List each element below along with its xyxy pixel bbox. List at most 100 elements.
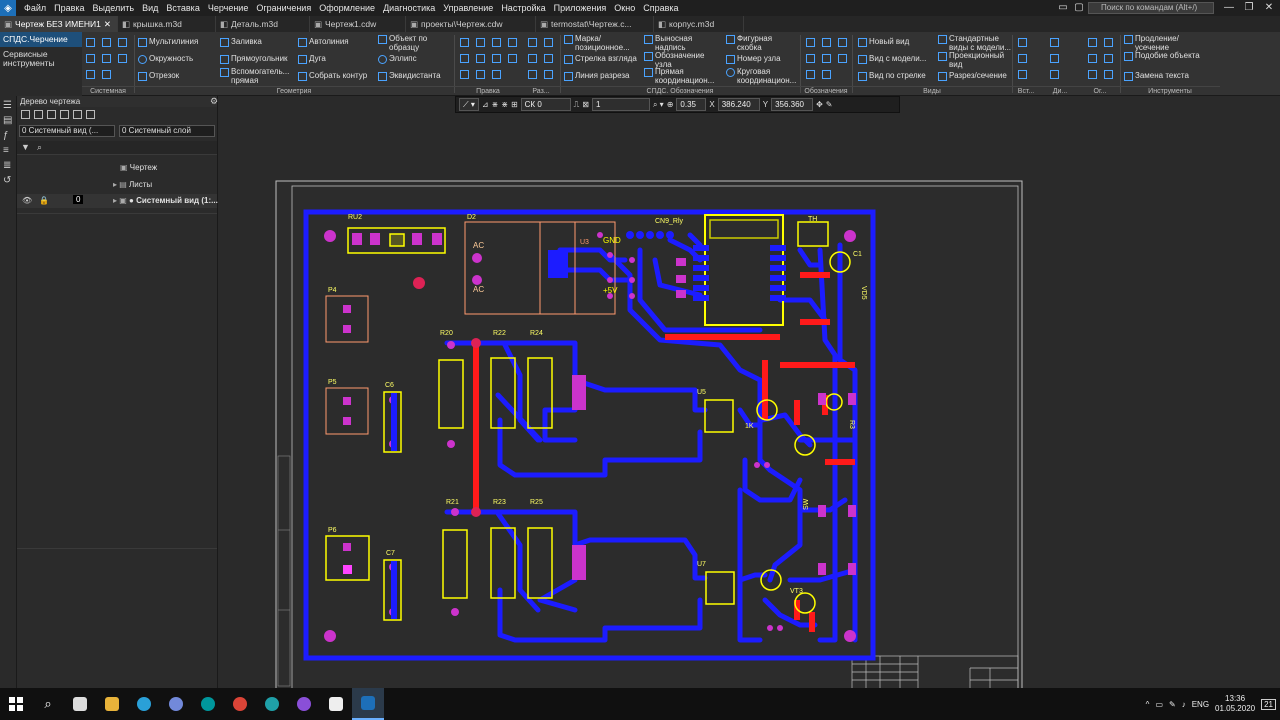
mail-icon[interactable] bbox=[64, 688, 96, 720]
line-style-select[interactable]: 1 bbox=[591, 98, 650, 111]
tree-settings-icon[interactable]: ⚙ bbox=[210, 96, 218, 107]
constraint-icon[interactable] bbox=[1088, 38, 1097, 47]
clock[interactable]: 13:36 01.05.2020 bbox=[1215, 694, 1255, 714]
autoline-button[interactable]: Автолиния bbox=[298, 37, 349, 47]
tab-close-icon[interactable]: ✕ bbox=[104, 16, 111, 32]
x-coordinate[interactable]: 386.240 bbox=[717, 98, 760, 111]
text-icon[interactable] bbox=[806, 54, 815, 63]
deform-icon[interactable] bbox=[508, 54, 517, 63]
section-button[interactable]: Разрез/сечение bbox=[938, 71, 1007, 81]
tab-spds-drawing[interactable]: СПДС.Черчение bbox=[0, 32, 82, 47]
trim-icon[interactable] bbox=[476, 54, 485, 63]
fill-button[interactable]: Заливка bbox=[220, 37, 262, 47]
mark-position-button[interactable]: Марка/ позиционное... bbox=[564, 34, 636, 52]
menu-apps[interactable]: Приложения bbox=[550, 3, 611, 13]
standard-views-button[interactable]: Стандартные виды с модели... bbox=[938, 34, 1014, 52]
new-doc-icon[interactable] bbox=[86, 38, 95, 47]
node-number-button[interactable]: Номер узла bbox=[726, 54, 781, 64]
coord-line-button[interactable]: Прямая координацион... bbox=[644, 67, 720, 85]
dim2-icon[interactable] bbox=[1050, 54, 1059, 63]
view-by-arrow-button[interactable]: Вид по стрелке bbox=[858, 71, 926, 81]
chrome-icon[interactable] bbox=[224, 688, 256, 720]
replace-text-button[interactable]: Замена текста bbox=[1124, 71, 1189, 81]
tab-drawing1[interactable]: ▣ Чертеж1.cdw bbox=[310, 16, 406, 32]
menu-drawing[interactable]: Черчение bbox=[204, 3, 253, 13]
volume-icon[interactable]: ♪ bbox=[1182, 700, 1186, 709]
drawing-canvas[interactable]: RU2 D2 CN9_Rly U3 AC AC GND +5V R20 R22 … bbox=[218, 96, 1280, 688]
tree-item-system-view[interactable]: ▸ ▣ ● Системный вид (1:... bbox=[113, 196, 218, 205]
ellipse-button[interactable]: Эллипс bbox=[378, 54, 417, 64]
menu-diagnostics[interactable]: Диагностика bbox=[379, 3, 439, 13]
notification-badge[interactable]: 21 bbox=[1261, 698, 1276, 710]
view-select[interactable]: 0 Системный вид (... bbox=[19, 125, 115, 137]
view-from-model-button[interactable]: Вид с модели... bbox=[858, 54, 926, 64]
menu-formatting[interactable]: Оформление bbox=[315, 3, 379, 13]
segment-button[interactable]: Отрезок bbox=[138, 71, 179, 81]
break-icon[interactable] bbox=[492, 54, 501, 63]
redo-icon[interactable] bbox=[102, 70, 111, 79]
new-view-button[interactable]: Новый вид bbox=[858, 37, 909, 47]
tree-tool-icon[interactable] bbox=[47, 110, 56, 119]
visibility-eye-icon[interactable]: 👁 bbox=[22, 196, 32, 205]
zoom-input[interactable]: 0.35 bbox=[676, 98, 707, 111]
circular-coord-button[interactable]: Круговая координацион... bbox=[726, 67, 800, 85]
y-coordinate[interactable]: 356.360 bbox=[771, 98, 814, 111]
tab-service-tools[interactable]: Сервисные инструменты bbox=[0, 47, 70, 71]
minimize-icon[interactable]: — bbox=[1220, 1, 1238, 15]
mirror-icon[interactable] bbox=[508, 38, 517, 47]
menu-view[interactable]: Вид bbox=[138, 3, 162, 13]
layer-select[interactable]: 0 Системный слой bbox=[119, 125, 215, 137]
circle-button[interactable]: Окружность bbox=[138, 54, 193, 64]
pen-icon[interactable]: ✎ bbox=[1169, 700, 1176, 709]
arduino-icon[interactable] bbox=[192, 688, 224, 720]
zoom-icon[interactable]: ⌕ ▾ bbox=[653, 100, 664, 110]
rotate-icon[interactable] bbox=[476, 38, 485, 47]
fillet-icon[interactable] bbox=[476, 70, 485, 79]
layer-style-icon[interactable]: ⊠ bbox=[582, 100, 589, 109]
tree-tool-icon[interactable] bbox=[60, 110, 69, 119]
dimension2-icon[interactable] bbox=[544, 38, 553, 47]
file-explorer-icon[interactable] bbox=[96, 688, 128, 720]
angle-icon[interactable]: ⎍ bbox=[574, 100, 580, 110]
object-by-sample-button[interactable]: Объект по образцу bbox=[378, 34, 448, 52]
grid-icon[interactable]: ⊞ bbox=[511, 100, 518, 109]
tray-chevron-icon[interactable]: ^ bbox=[1146, 700, 1150, 709]
search-icon[interactable]: ⌕ bbox=[37, 142, 42, 153]
multiline-button[interactable]: Мультилиния bbox=[138, 37, 198, 47]
menu-file[interactable]: Файл bbox=[20, 3, 50, 13]
app2-icon[interactable] bbox=[320, 688, 352, 720]
insert3-icon[interactable] bbox=[1018, 70, 1027, 79]
insert-icon[interactable] bbox=[1018, 38, 1027, 47]
similar-object-button[interactable]: Подобие объекта bbox=[1124, 51, 1204, 61]
tree-filter-bar[interactable]: ▼ ⌕ bbox=[17, 141, 217, 155]
constraint5-icon[interactable] bbox=[1088, 70, 1097, 79]
equidistant-button[interactable]: Эквидистанта bbox=[378, 71, 441, 81]
coord-system-select[interactable]: СК 0 bbox=[520, 98, 571, 111]
tree-tool-icon[interactable] bbox=[86, 110, 95, 119]
dim-icon[interactable] bbox=[1050, 38, 1059, 47]
undo-icon[interactable] bbox=[86, 70, 95, 79]
lock-icon[interactable]: 🔒 bbox=[39, 196, 49, 205]
projection-view-button[interactable]: Проекционный вид bbox=[938, 51, 1010, 69]
menu-constraints[interactable]: Ограничения bbox=[252, 3, 315, 13]
language-indicator[interactable]: ENG bbox=[1192, 700, 1209, 709]
tolerance-icon[interactable] bbox=[838, 38, 847, 47]
zoom-frame-icon[interactable]: ⊕ bbox=[667, 100, 674, 109]
scale-icon[interactable] bbox=[492, 38, 501, 47]
maximize-icon[interactable]: ❐ bbox=[1240, 1, 1258, 15]
command-search-input[interactable]: Поиск по командам (Alt+/) bbox=[1088, 2, 1214, 14]
cursor-icon[interactable]: ✥ bbox=[816, 100, 823, 109]
rectangle-button[interactable]: Прямоугольник bbox=[220, 54, 288, 64]
view-arrow-button[interactable]: Стрелка взгляда bbox=[564, 54, 637, 64]
tab-drawing-untitled[interactable]: ▣ Чертеж БЕЗ ИМЕНИ1 ✕ bbox=[0, 16, 118, 32]
pipette-icon[interactable]: ✎ bbox=[826, 100, 833, 109]
roughness-icon[interactable] bbox=[822, 38, 831, 47]
save-icon[interactable] bbox=[118, 38, 127, 47]
move-icon[interactable] bbox=[460, 38, 469, 47]
dim3-icon[interactable] bbox=[1050, 70, 1059, 79]
menu-select[interactable]: Выделить bbox=[89, 3, 139, 13]
ortho-icon[interactable]: ⊿ bbox=[482, 100, 489, 109]
filter-icon[interactable]: ▼ bbox=[21, 142, 30, 152]
app-icon[interactable] bbox=[288, 688, 320, 720]
chamfer-icon[interactable] bbox=[492, 70, 501, 79]
